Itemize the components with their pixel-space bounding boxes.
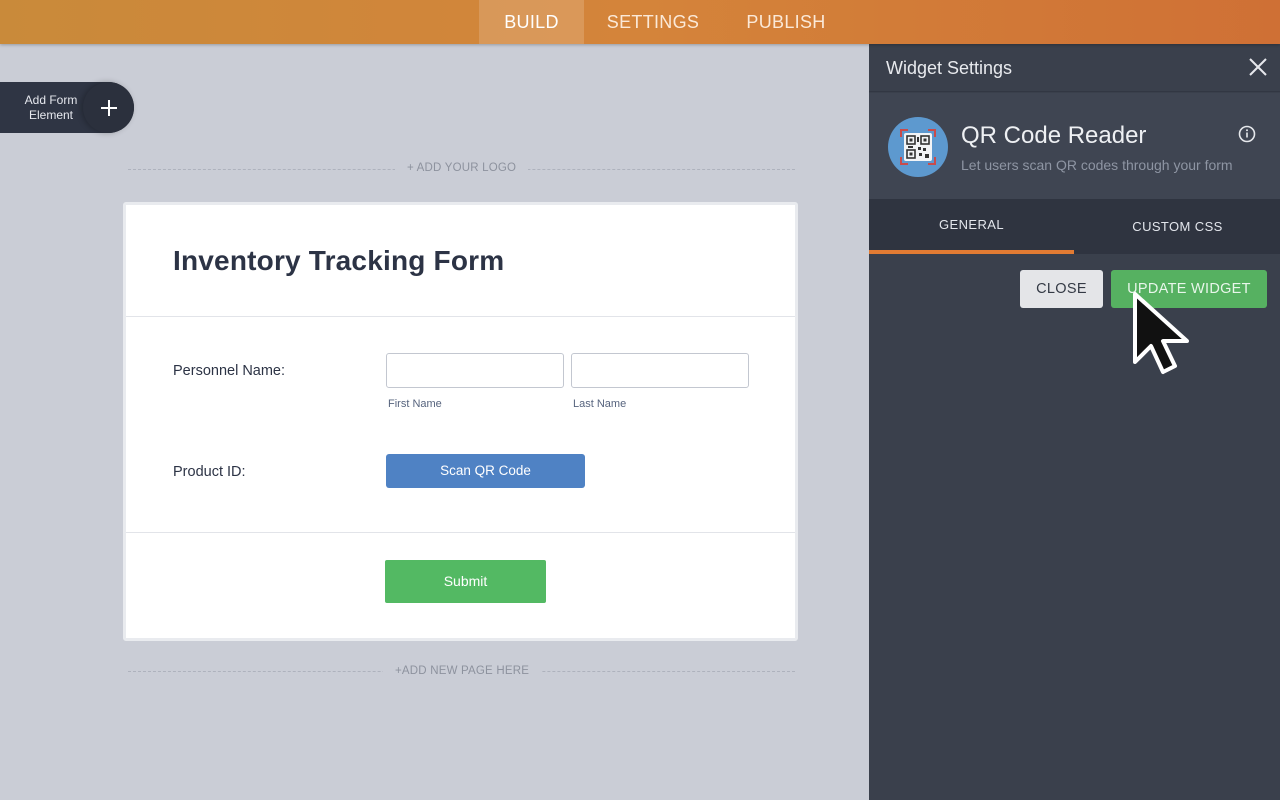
first-name-sublabel: First Name bbox=[388, 398, 442, 410]
widget-info: QR Code Reader Let users scan QR codes t… bbox=[869, 93, 1280, 199]
last-name-input[interactable] bbox=[571, 353, 749, 388]
tab-settings[interactable]: SETTINGS bbox=[597, 0, 709, 44]
widget-description: Let users scan QR codes through your for… bbox=[961, 157, 1233, 173]
add-new-page-link[interactable]: +ADD NEW PAGE HERE bbox=[383, 665, 542, 677]
header-divider bbox=[126, 316, 795, 317]
close-icon[interactable] bbox=[1248, 57, 1268, 77]
personnel-name-label: Personnel Name: bbox=[173, 363, 286, 379]
add-form-element-label: Add Form Element bbox=[24, 93, 78, 122]
tab-general[interactable]: GENERAL bbox=[869, 199, 1074, 254]
footer-divider bbox=[126, 532, 795, 533]
form-title[interactable]: Inventory Tracking Form bbox=[173, 245, 504, 277]
add-form-element-button[interactable]: Add Form Element bbox=[0, 82, 134, 133]
top-nav-bar: BUILD SETTINGS PUBLISH bbox=[0, 0, 1280, 44]
plus-icon[interactable] bbox=[83, 82, 134, 133]
first-name-input[interactable] bbox=[386, 353, 564, 388]
tab-publish[interactable]: PUBLISH bbox=[737, 0, 835, 44]
tab-custom-css[interactable]: CUSTOM CSS bbox=[1075, 199, 1280, 254]
widget-settings-panel: Widget Settings QR Code Reader Let users… bbox=[869, 44, 1280, 800]
form-card: Inventory Tracking Form Personnel Name: … bbox=[123, 202, 798, 641]
qr-code-icon bbox=[888, 117, 948, 177]
panel-tabs: GENERAL CUSTOM CSS bbox=[869, 199, 1280, 254]
tab-build[interactable]: BUILD bbox=[479, 0, 584, 44]
panel-header: Widget Settings bbox=[869, 44, 1280, 92]
submit-button[interactable]: Submit bbox=[385, 560, 546, 603]
close-button[interactable]: CLOSE bbox=[1020, 270, 1103, 308]
panel-title: Widget Settings bbox=[886, 58, 1013, 78]
add-logo-link[interactable]: + ADD YOUR LOGO bbox=[395, 162, 529, 174]
mouse-pointer-icon bbox=[1131, 290, 1193, 376]
info-icon[interactable] bbox=[1238, 125, 1256, 143]
widget-name: QR Code Reader bbox=[961, 122, 1147, 149]
product-id-label: Product ID: bbox=[173, 464, 246, 480]
scan-qr-code-button[interactable]: Scan QR Code bbox=[386, 454, 585, 488]
last-name-sublabel: Last Name bbox=[573, 398, 627, 410]
